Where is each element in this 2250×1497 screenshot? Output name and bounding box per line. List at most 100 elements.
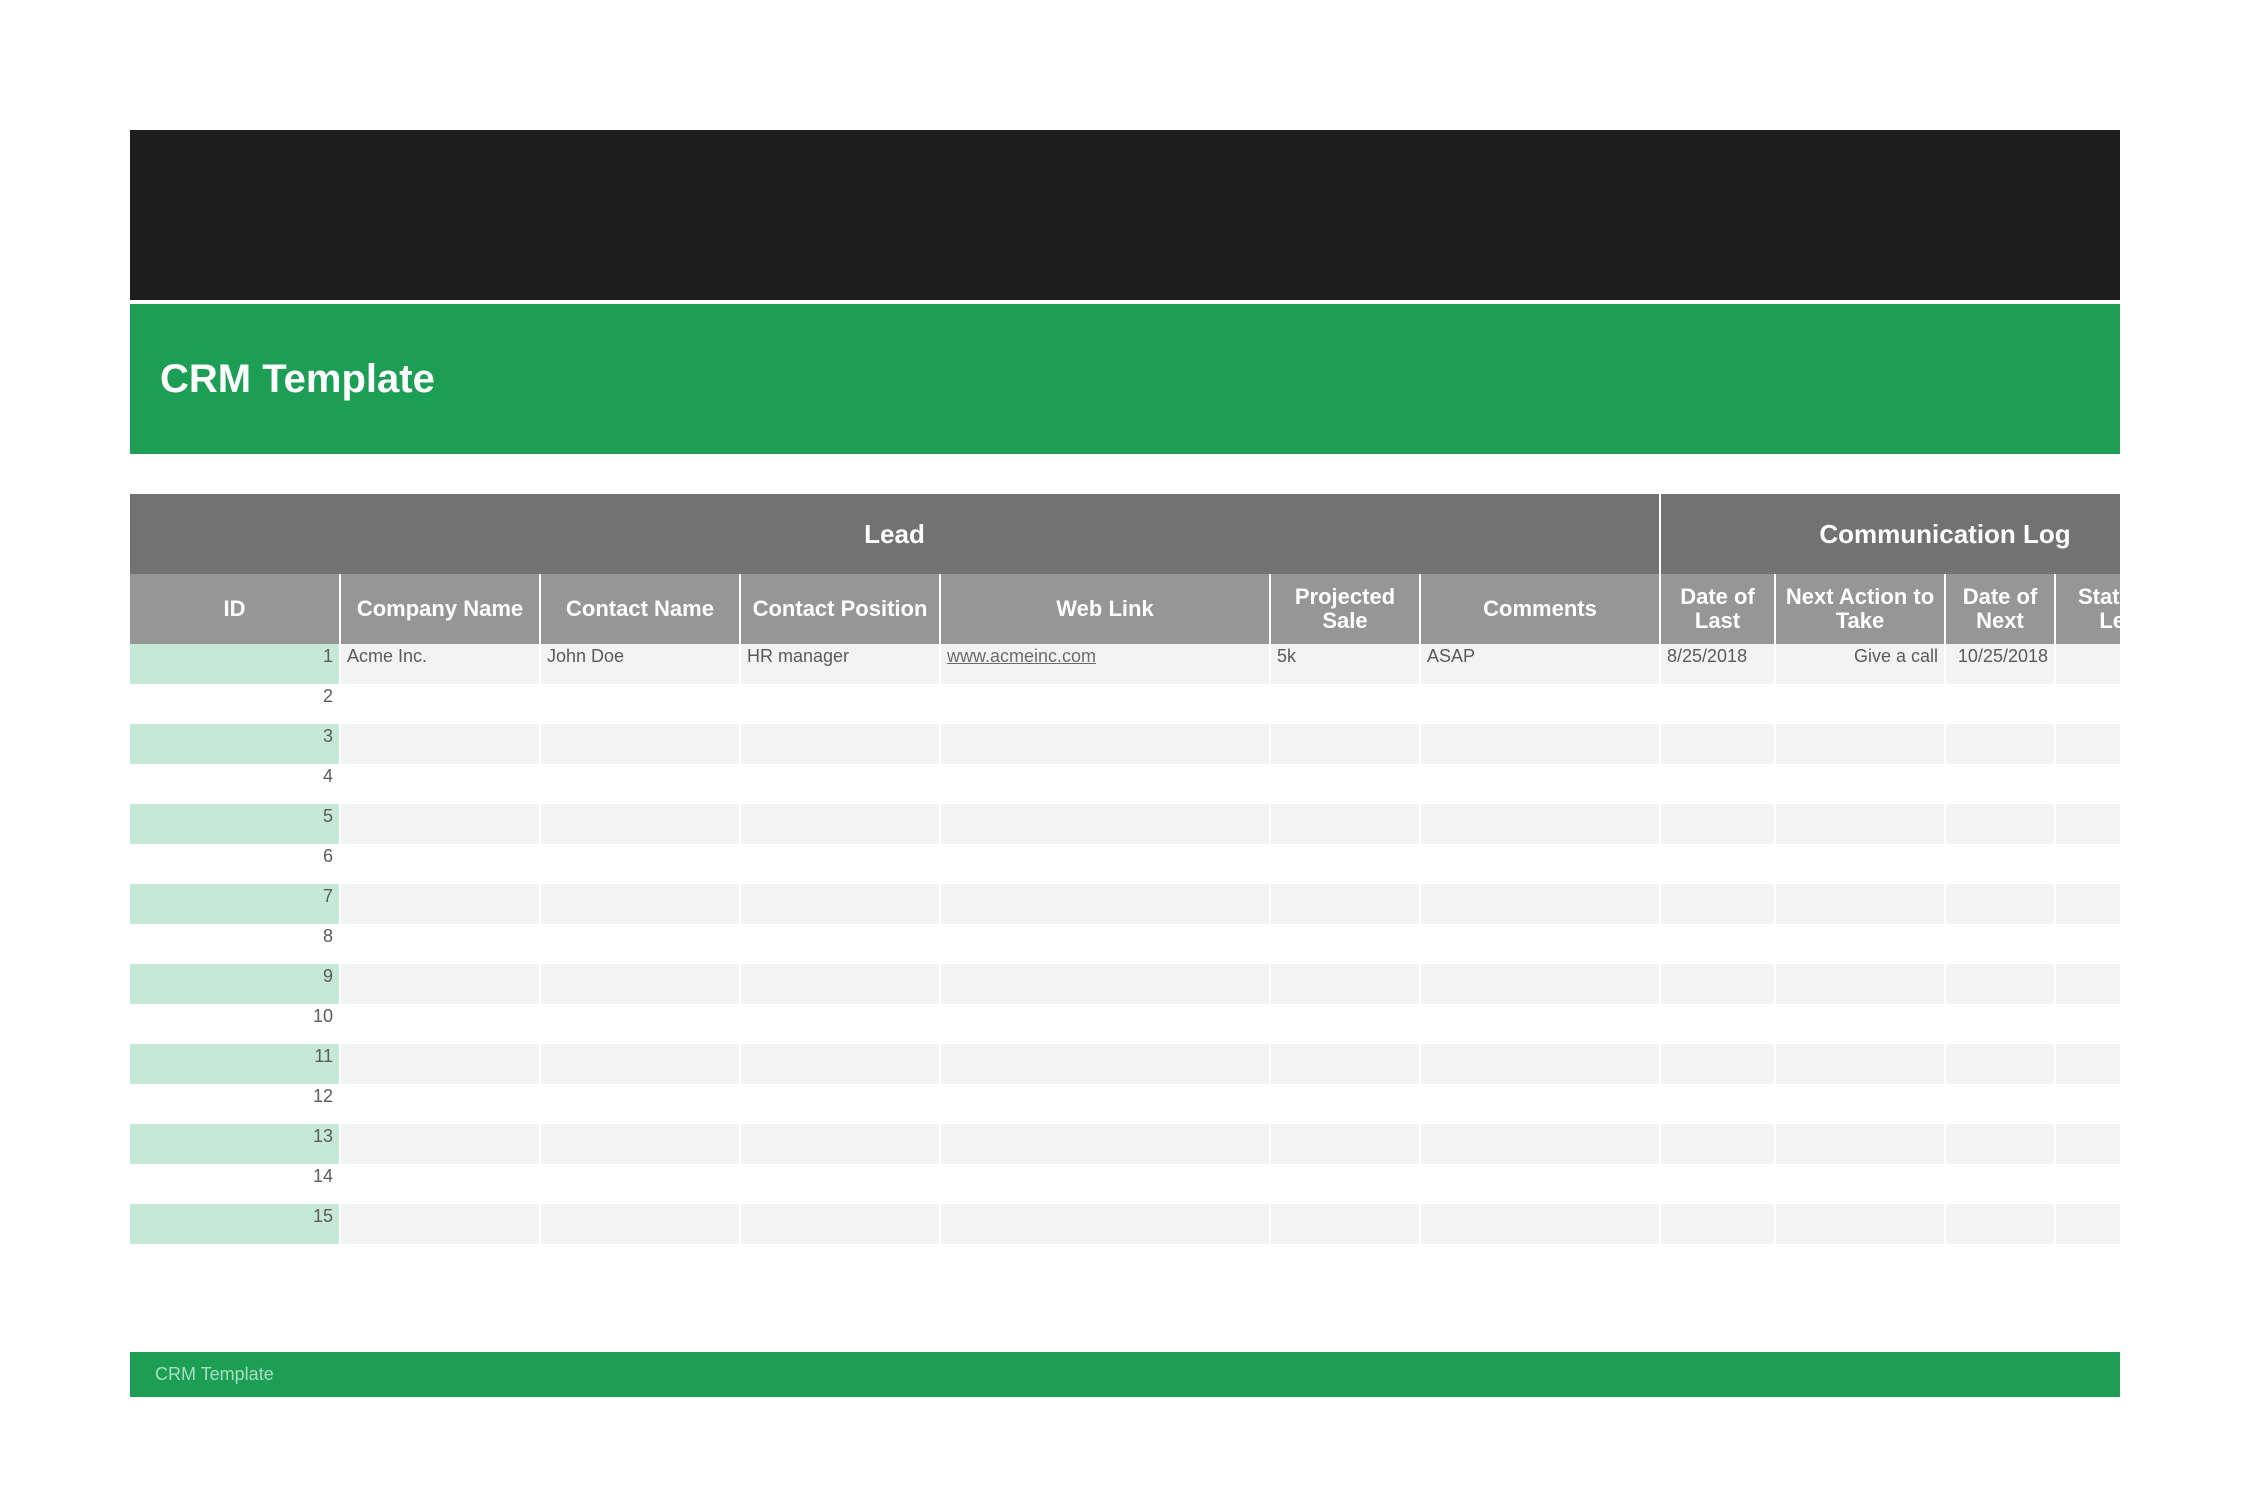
cell-projected-sale[interactable] [1270, 844, 1420, 884]
cell-contact-name[interactable]: John Doe [540, 644, 740, 684]
table-row[interactable]: 15 [130, 1204, 2120, 1244]
table-row[interactable]: 12 [130, 1084, 2120, 1124]
cell-date-of-next[interactable] [1945, 924, 2055, 964]
cell-contact-position[interactable] [740, 1004, 940, 1044]
cell-next-action[interactable] [1775, 1084, 1945, 1124]
cell-id[interactable]: 15 [130, 1204, 340, 1244]
cell-date-of-next[interactable] [1945, 804, 2055, 844]
cell-date-of-last[interactable] [1660, 964, 1775, 1004]
col-id[interactable]: ID [130, 574, 340, 644]
cell-comments[interactable] [1420, 1164, 1660, 1204]
cell-contact-name[interactable] [540, 684, 740, 724]
cell-contact-name[interactable] [540, 844, 740, 884]
cell-comments[interactable] [1420, 884, 1660, 924]
cell-id[interactable]: 2 [130, 684, 340, 724]
cell-id[interactable]: 7 [130, 884, 340, 924]
cell-id[interactable]: 6 [130, 844, 340, 884]
table-row[interactable]: 13 [130, 1124, 2120, 1164]
cell-next-action[interactable] [1775, 764, 1945, 804]
cell-status[interactable] [2055, 804, 2120, 844]
cell-contact-position[interactable] [740, 804, 940, 844]
cell-projected-sale[interactable] [1270, 764, 1420, 804]
cell-next-action[interactable] [1775, 884, 1945, 924]
cell-company[interactable] [340, 964, 540, 1004]
cell-date-of-last[interactable] [1660, 1204, 1775, 1244]
cell-projected-sale[interactable]: 5k [1270, 644, 1420, 684]
cell-projected-sale[interactable] [1270, 684, 1420, 724]
cell-date-of-next[interactable] [1945, 844, 2055, 884]
cell-next-action[interactable] [1775, 684, 1945, 724]
cell-company[interactable] [340, 764, 540, 804]
cell-comments[interactable] [1420, 1044, 1660, 1084]
col-status[interactable]: Status of Lead [2055, 574, 2120, 644]
col-company[interactable]: Company Name [340, 574, 540, 644]
cell-company[interactable] [340, 924, 540, 964]
cell-contact-position[interactable] [740, 924, 940, 964]
cell-contact-name[interactable] [540, 1084, 740, 1124]
cell-status[interactable] [2055, 1204, 2120, 1244]
cell-company[interactable] [340, 684, 540, 724]
table-row[interactable]: 14 [130, 1164, 2120, 1204]
cell-id[interactable]: 1 [130, 644, 340, 684]
col-web-link[interactable]: Web Link [940, 574, 1270, 644]
cell-date-of-next[interactable]: 10/25/2018 [1945, 644, 2055, 684]
cell-company[interactable] [340, 1084, 540, 1124]
cell-date-of-next[interactable] [1945, 1124, 2055, 1164]
col-next-action[interactable]: Next Action to Take [1775, 574, 1945, 644]
cell-id[interactable]: 4 [130, 764, 340, 804]
cell-web-link[interactable] [940, 1044, 1270, 1084]
cell-comments[interactable]: ASAP [1420, 644, 1660, 684]
cell-status[interactable] [2055, 724, 2120, 764]
cell-next-action[interactable] [1775, 1124, 1945, 1164]
cell-date-of-last[interactable] [1660, 1004, 1775, 1044]
cell-next-action[interactable] [1775, 924, 1945, 964]
cell-next-action[interactable] [1775, 1044, 1945, 1084]
cell-web-link[interactable] [940, 964, 1270, 1004]
cell-next-action[interactable] [1775, 724, 1945, 764]
cell-comments[interactable] [1420, 724, 1660, 764]
cell-web-link[interactable] [940, 1004, 1270, 1044]
cell-projected-sale[interactable] [1270, 1124, 1420, 1164]
cell-date-of-last[interactable] [1660, 804, 1775, 844]
cell-comments[interactable] [1420, 924, 1660, 964]
cell-web-link[interactable] [940, 804, 1270, 844]
cell-web-link[interactable] [940, 724, 1270, 764]
cell-next-action[interactable]: Give a call [1775, 644, 1945, 684]
cell-company[interactable] [340, 1004, 540, 1044]
cell-next-action[interactable] [1775, 804, 1945, 844]
cell-contact-name[interactable] [540, 1044, 740, 1084]
cell-id[interactable]: 8 [130, 924, 340, 964]
cell-projected-sale[interactable] [1270, 1004, 1420, 1044]
cell-id[interactable]: 11 [130, 1044, 340, 1084]
cell-date-of-last[interactable] [1660, 1044, 1775, 1084]
cell-comments[interactable] [1420, 684, 1660, 724]
cell-date-of-last[interactable] [1660, 1124, 1775, 1164]
cell-next-action[interactable] [1775, 1204, 1945, 1244]
cell-web-link[interactable] [940, 1164, 1270, 1204]
cell-contact-name[interactable] [540, 884, 740, 924]
cell-web-link[interactable] [940, 844, 1270, 884]
table-row[interactable]: 5 [130, 804, 2120, 844]
cell-web-link[interactable] [940, 924, 1270, 964]
cell-contact-position[interactable]: HR manager [740, 644, 940, 684]
col-comments[interactable]: Comments [1420, 574, 1660, 644]
cell-contact-position[interactable] [740, 684, 940, 724]
cell-status[interactable] [2055, 844, 2120, 884]
table-row[interactable]: 8 [130, 924, 2120, 964]
cell-id[interactable]: 12 [130, 1084, 340, 1124]
cell-date-of-last[interactable] [1660, 684, 1775, 724]
cell-status[interactable] [2055, 1124, 2120, 1164]
cell-projected-sale[interactable] [1270, 884, 1420, 924]
cell-date-of-last[interactable] [1660, 724, 1775, 764]
cell-date-of-next[interactable] [1945, 684, 2055, 724]
table-row[interactable]: 9 [130, 964, 2120, 1004]
cell-projected-sale[interactable] [1270, 964, 1420, 1004]
cell-date-of-next[interactable] [1945, 884, 2055, 924]
cell-contact-name[interactable] [540, 924, 740, 964]
cell-id[interactable]: 14 [130, 1164, 340, 1204]
cell-contact-name[interactable] [540, 1124, 740, 1164]
col-contact-position[interactable]: Contact Position [740, 574, 940, 644]
cell-date-of-last[interactable] [1660, 844, 1775, 884]
cell-web-link[interactable] [940, 1124, 1270, 1164]
cell-comments[interactable] [1420, 764, 1660, 804]
